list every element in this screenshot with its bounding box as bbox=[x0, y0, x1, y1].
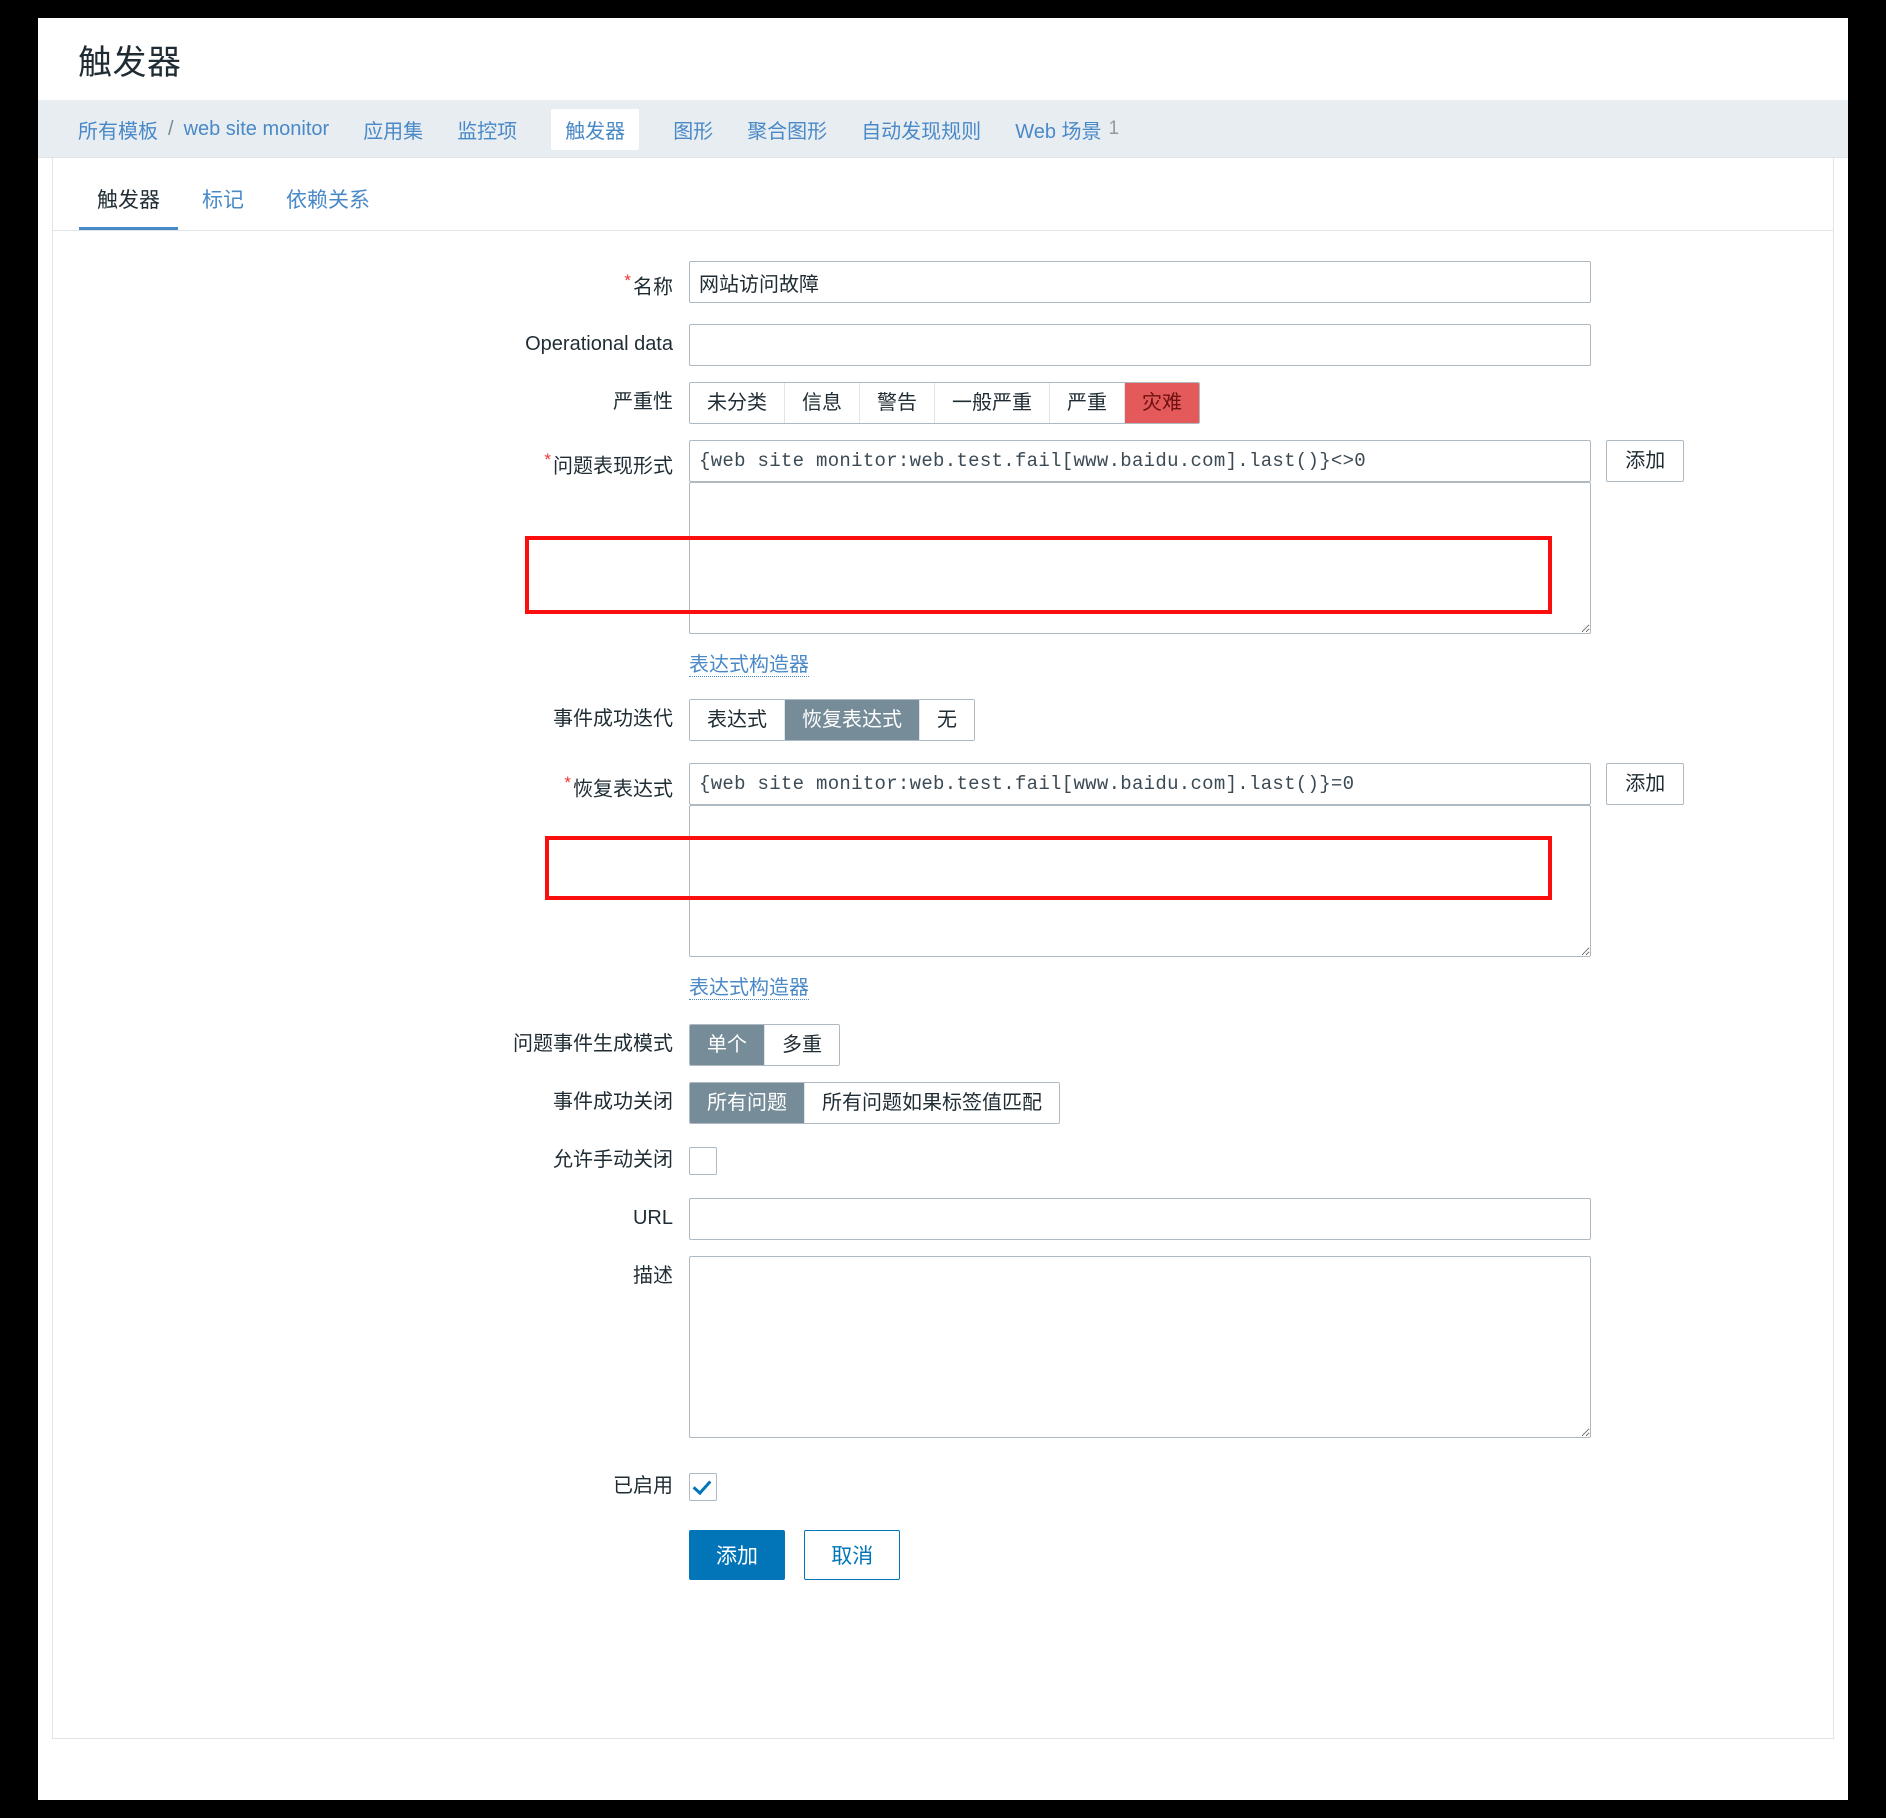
severity-option-warning[interactable]: 警告 bbox=[860, 382, 935, 423]
operational-data-input[interactable] bbox=[689, 323, 1591, 366]
form-row-allow-manual-close: 允许手动关闭 bbox=[53, 1140, 1833, 1180]
description-textarea[interactable] bbox=[689, 1255, 1591, 1438]
problem-event-generation-mode-label: 问题事件生成模式 bbox=[513, 1032, 673, 1055]
problem-expression-add-button[interactable]: 添加 bbox=[1606, 439, 1685, 482]
operational-data-label: Operational data bbox=[525, 332, 673, 355]
severity-option-information[interactable]: 信息 bbox=[785, 382, 860, 423]
allow-manual-close-checkbox[interactable] bbox=[689, 1146, 717, 1175]
ok-event-generation-label: 事件成功迭代 bbox=[553, 707, 673, 730]
objnav-item-screens[interactable]: 聚合图形 bbox=[747, 109, 827, 150]
web-scenarios-count: 1 bbox=[1108, 118, 1120, 139]
problem-event-mode-option-single[interactable]: 单个 bbox=[690, 1024, 765, 1065]
url-input[interactable] bbox=[689, 1197, 1591, 1240]
application-window: 触发器 所有模板 / web site monitor 应用集 监控项 触发器 … bbox=[38, 18, 1848, 1800]
objnav-item-applications[interactable]: 应用集 bbox=[363, 109, 423, 150]
ok-event-closes-option-all-problems[interactable]: 所有问题 bbox=[690, 1082, 805, 1123]
objnav-item-items[interactable]: 监控项 bbox=[457, 109, 517, 150]
severity-option-not-classified[interactable]: 未分类 bbox=[690, 382, 785, 423]
recovery-expression-textarea[interactable] bbox=[689, 804, 1591, 957]
severity-label: 严重性 bbox=[613, 390, 673, 413]
breadcrumb-separator: / bbox=[168, 117, 174, 140]
form-row-name: * 名称 bbox=[53, 261, 1833, 308]
breadcrumb-template-name[interactable]: web site monitor bbox=[184, 112, 330, 147]
objnav-item-discovery-rules[interactable]: 自动发现规则 bbox=[861, 109, 981, 150]
recovery-expression-label: * 恢复表达式 bbox=[564, 772, 673, 801]
tab-dependencies[interactable]: 依赖关系 bbox=[268, 176, 388, 230]
object-navigation-bar: 所有模板 / web site monitor 应用集 监控项 触发器 图形 聚… bbox=[38, 101, 1848, 158]
tab-trigger[interactable]: 触发器 bbox=[79, 176, 178, 230]
page-title: 触发器 bbox=[78, 43, 182, 82]
ok-event-generation-option-none[interactable]: 无 bbox=[920, 699, 974, 740]
form-row-problem-event-generation-mode: 问题事件生成模式 单个 多重 bbox=[53, 1023, 1833, 1066]
url-label: URL bbox=[632, 1206, 673, 1229]
recovery-expression-input[interactable] bbox=[689, 762, 1591, 805]
content-card: 触发器 标记 依赖关系 *名称 Operational data bbox=[52, 158, 1834, 1739]
enabled-label: 已启用 bbox=[613, 1474, 673, 1497]
problem-event-mode-option-multiple[interactable]: 多重 bbox=[765, 1024, 839, 1065]
form-row-ok-event-closes: 事件成功关闭 所有问题 所有问题如果标签值匹配 bbox=[53, 1081, 1833, 1124]
allow-manual-close-label: 允许手动关闭 bbox=[553, 1148, 673, 1171]
severity-option-high[interactable]: 严重 bbox=[1050, 382, 1125, 423]
form-row-operational-data: Operational data bbox=[53, 323, 1833, 366]
objnav-item-triggers[interactable]: 触发器 bbox=[551, 108, 640, 150]
form-row-enabled: 已启用 bbox=[53, 1466, 1833, 1506]
problem-expression-label: * 问题表现形式 bbox=[544, 449, 673, 478]
enabled-checkbox[interactable] bbox=[689, 1472, 717, 1501]
form-row-recovery-expression: *恢复表达式 添加 表达式构造器 bbox=[53, 762, 1833, 1000]
trigger-form: *名称 Operational data 严重性 未分类 bbox=[53, 231, 1833, 1580]
ok-event-closes-option-all-problems-if-tag-values-match[interactable]: 所有问题如果标签值匹配 bbox=[805, 1082, 1059, 1123]
severity-option-average[interactable]: 一般严重 bbox=[935, 382, 1050, 423]
ok-event-closes-label: 事件成功关闭 bbox=[553, 1090, 673, 1113]
required-marker: * bbox=[564, 772, 571, 792]
ok-event-generation-option-recovery-expression[interactable]: 恢复表达式 bbox=[785, 699, 920, 740]
form-row-actions: 添加 取消 bbox=[53, 1529, 1833, 1580]
form-row-description: 描述 bbox=[53, 1255, 1833, 1438]
form-row-url: URL bbox=[53, 1197, 1833, 1240]
required-marker: * bbox=[624, 271, 631, 290]
objnav-item-web-scenarios[interactable]: Web 场景 bbox=[1015, 109, 1101, 150]
submit-add-button[interactable]: 添加 bbox=[689, 1529, 785, 1580]
severity-button-group: 未分类 信息 警告 一般严重 严重 灾难 bbox=[689, 381, 1200, 424]
name-input[interactable] bbox=[689, 261, 1591, 303]
problem-expression-textarea[interactable] bbox=[689, 481, 1591, 634]
ok-event-generation-button-group: 表达式 恢复表达式 无 bbox=[689, 698, 975, 741]
description-label: 描述 bbox=[633, 1264, 673, 1287]
ok-event-generation-option-expression[interactable]: 表达式 bbox=[690, 699, 785, 740]
breadcrumb-all-templates[interactable]: 所有模板 bbox=[78, 109, 158, 150]
problem-event-generation-mode-button-group: 单个 多重 bbox=[689, 1023, 840, 1066]
ok-event-closes-button-group: 所有问题 所有问题如果标签值匹配 bbox=[689, 1081, 1060, 1124]
recovery-expression-add-button[interactable]: 添加 bbox=[1606, 762, 1685, 805]
page-header: 触发器 bbox=[38, 18, 1848, 101]
form-row-problem-expression: *问题表现形式 添加 表达式构造器 bbox=[53, 439, 1833, 677]
tab-tags[interactable]: 标记 bbox=[184, 176, 262, 230]
problem-expression-constructor-link[interactable]: 表达式构造器 bbox=[689, 653, 809, 677]
tab-bar: 触发器 标记 依赖关系 bbox=[53, 158, 1833, 231]
name-label: * 名称 bbox=[624, 271, 673, 299]
form-row-ok-event-generation: 事件成功迭代 表达式 恢复表达式 无 bbox=[53, 698, 1833, 741]
form-row-severity: 严重性 未分类 信息 警告 一般严重 严重 灾难 bbox=[53, 381, 1833, 424]
cancel-button[interactable]: 取消 bbox=[804, 1529, 901, 1580]
severity-option-disaster[interactable]: 灾难 bbox=[1125, 382, 1199, 423]
objnav-item-graphs[interactable]: 图形 bbox=[673, 109, 713, 150]
problem-expression-input[interactable] bbox=[689, 439, 1591, 482]
recovery-expression-constructor-link[interactable]: 表达式构造器 bbox=[689, 976, 809, 1000]
required-marker: * bbox=[544, 449, 551, 469]
